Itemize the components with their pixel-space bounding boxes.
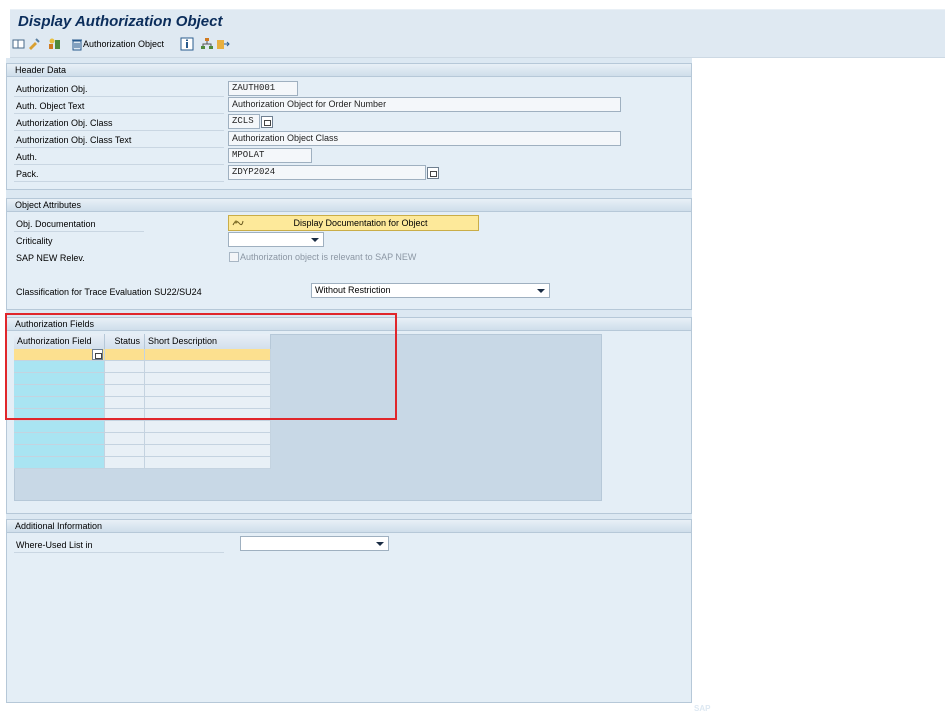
application-toolbar: Authorization Object xyxy=(10,32,945,58)
auth-obj-text-field[interactable]: Authorization Object for Order Number xyxy=(228,97,621,112)
highlight-box xyxy=(5,313,397,420)
criticality-label: Criticality xyxy=(16,236,53,246)
auth-obj-label: Authorization Obj. xyxy=(16,84,88,94)
pack-field[interactable]: ZDYP2024 xyxy=(228,165,426,180)
where-used-icon[interactable] xyxy=(48,37,62,52)
cell-authorization-field[interactable] xyxy=(14,457,105,469)
auth-obj-class-label: Authorization Obj. Class xyxy=(16,118,113,128)
obj-doc-label: Obj. Documentation xyxy=(16,219,96,229)
label-underline xyxy=(14,181,224,182)
label-underline xyxy=(14,113,224,114)
label-underline xyxy=(14,164,224,165)
chevron-down-icon xyxy=(537,289,545,293)
auth-obj-class-text-field[interactable]: Authorization Object Class xyxy=(228,131,621,146)
display-documentation-button[interactable]: Display Documentation for Object xyxy=(228,215,479,231)
cell-authorization-field[interactable] xyxy=(14,445,105,457)
classification-value: Without Restriction xyxy=(315,285,391,295)
value-help-icon[interactable] xyxy=(427,167,439,179)
label-underline xyxy=(14,231,144,232)
auth-obj-class-field[interactable]: ZCLS xyxy=(228,114,260,129)
export-icon[interactable] xyxy=(216,37,230,52)
hierarchy-icon[interactable] xyxy=(200,37,214,52)
cell-short-description[interactable] xyxy=(145,445,271,457)
chevron-down-icon xyxy=(311,238,319,242)
label-underline xyxy=(14,130,224,131)
value-help-icon[interactable] xyxy=(261,116,273,128)
cell-status[interactable] xyxy=(105,457,145,469)
auth-field[interactable]: MPOLAT xyxy=(228,148,312,163)
sap-logo: SAP xyxy=(694,704,711,713)
auth-obj-field[interactable]: ZAUTH001 xyxy=(228,81,298,96)
cell-status[interactable] xyxy=(105,421,145,433)
classification-label: Classification for Trace Evaluation SU22… xyxy=(16,287,202,297)
sap-new-checkbox-label: Authorization object is relevant to SAP … xyxy=(240,252,417,262)
cell-authorization-field[interactable] xyxy=(14,433,105,445)
where-used-dropdown[interactable] xyxy=(240,536,389,551)
header-data-title: Header Data xyxy=(7,64,691,77)
auth-label: Auth. xyxy=(16,152,38,162)
criticality-dropdown[interactable] xyxy=(228,232,324,247)
cell-status[interactable] xyxy=(105,445,145,457)
auth-obj-text-label: Auth. Object Text xyxy=(16,101,85,111)
cell-status[interactable] xyxy=(105,433,145,445)
auth-obj-class-text-label: Authorization Obj. Class Text xyxy=(16,135,132,145)
cell-short-description[interactable] xyxy=(145,421,271,433)
where-used-label: Where-Used List in xyxy=(16,540,93,550)
object-attributes-title: Object Attributes xyxy=(7,199,691,212)
sap-new-label: SAP NEW Relev. xyxy=(16,253,85,263)
other-object-icon[interactable] xyxy=(27,37,41,52)
sap-new-checkbox[interactable] xyxy=(229,252,239,262)
additional-information-title: Additional Information xyxy=(7,520,691,533)
authorization-object-button[interactable]: Authorization Object xyxy=(83,39,164,49)
cell-authorization-field[interactable] xyxy=(14,421,105,433)
trash-icon[interactable] xyxy=(70,37,84,52)
label-underline xyxy=(14,147,224,148)
cell-short-description[interactable] xyxy=(145,433,271,445)
label-underline xyxy=(14,552,224,553)
info-icon[interactable] xyxy=(180,37,194,52)
chevron-down-icon xyxy=(376,542,384,546)
classification-dropdown[interactable]: Without Restriction xyxy=(311,283,550,298)
display-change-icon[interactable] xyxy=(12,37,26,52)
page-title: Display Authorization Object xyxy=(18,13,223,30)
display-documentation-label: Display Documentation for Object xyxy=(293,218,428,228)
label-underline xyxy=(14,96,224,97)
pack-label: Pack. xyxy=(16,169,39,179)
title-bar: Display Authorization Object xyxy=(10,9,945,32)
cell-short-description[interactable] xyxy=(145,457,271,469)
